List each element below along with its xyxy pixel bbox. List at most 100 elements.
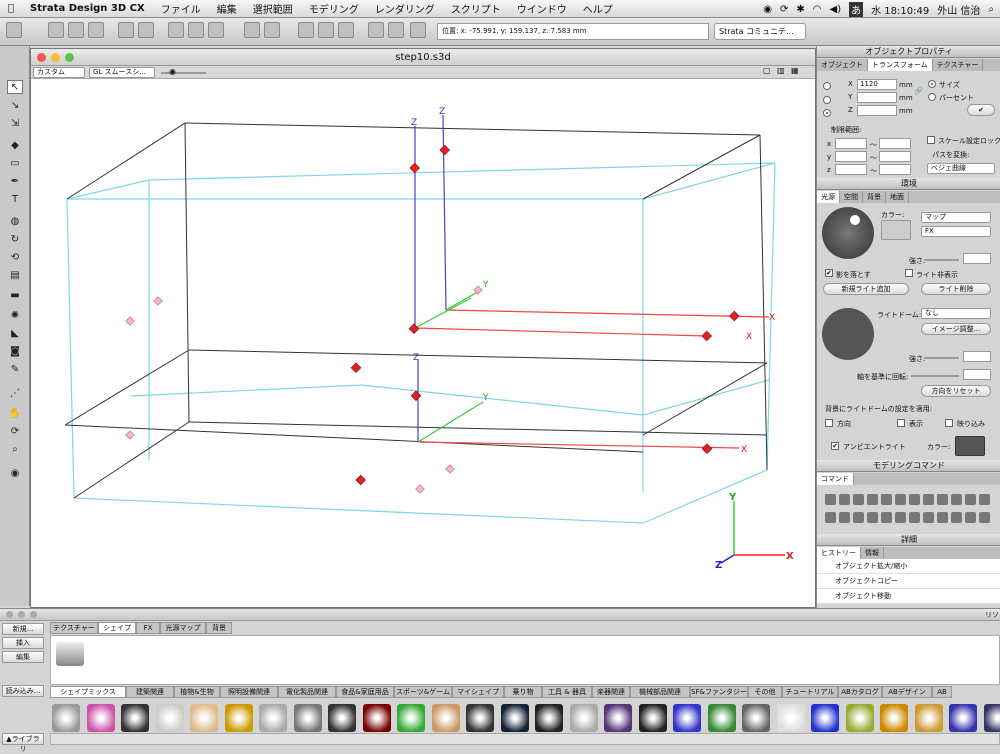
grid-icon[interactable]	[318, 22, 334, 38]
tab-texture[interactable]: テクスチャー	[933, 59, 984, 71]
menu-rendering[interactable]: レンダリング	[367, 1, 443, 16]
light-map-select[interactable]: マップ	[921, 212, 991, 223]
render-settings-icon[interactable]	[388, 22, 404, 38]
undo-icon[interactable]	[244, 22, 260, 38]
clock[interactable]: 水 18:10:49	[871, 2, 929, 17]
tab-background[interactable]: 背景	[863, 191, 886, 203]
modeling-command-icon[interactable]	[853, 494, 864, 505]
modeling-command-icon[interactable]	[965, 512, 976, 523]
zoom-window-icon[interactable]	[65, 53, 74, 62]
library-shape-icon[interactable]	[742, 704, 770, 732]
library-shape-icon[interactable]	[708, 704, 736, 732]
light-bulb-icon[interactable]: ✺	[7, 308, 23, 322]
new-light-button[interactable]: 新規ライト追加	[823, 283, 909, 295]
modeling-command-icon[interactable]	[853, 512, 864, 523]
minimize-library-icon[interactable]	[18, 611, 25, 618]
connect-tool-icon[interactable]: ⋰	[7, 386, 23, 400]
category-tab[interactable]: 照明設備関連	[220, 686, 278, 698]
library-shape-icon[interactable]	[984, 704, 1000, 732]
path-select-icon[interactable]: ⇲	[7, 116, 23, 130]
history-item[interactable]: オブジェクトコピー	[817, 574, 1000, 589]
apple-icon[interactable]: 	[0, 3, 22, 14]
hand-tool-icon[interactable]: ✋	[7, 406, 23, 420]
modeling-command-icon[interactable]	[937, 512, 948, 523]
selected-shape-thumbnail[interactable]	[56, 642, 84, 666]
library-shape-icon[interactable]	[397, 704, 425, 732]
select-arrow-icon[interactable]: ↖	[7, 80, 23, 94]
library-shape-icon[interactable]	[570, 704, 598, 732]
path-convert-select[interactable]: ベジェ曲線	[927, 163, 995, 174]
close-window-icon[interactable]	[37, 53, 46, 62]
category-tab[interactable]: シェイプミックス	[50, 686, 126, 698]
volume-icon[interactable]: ◀)	[830, 4, 842, 15]
tab-object[interactable]: オブジェクト	[817, 59, 868, 71]
rotate-slider[interactable]	[911, 375, 959, 377]
new-button[interactable]: 新規...	[2, 623, 44, 635]
modeling-command-icon[interactable]	[951, 494, 962, 505]
save-icon[interactable]	[88, 22, 104, 38]
category-tab[interactable]: ABデザイン	[882, 686, 932, 698]
light-handle-icon[interactable]	[850, 215, 860, 225]
delete-light-button[interactable]: ライト削除	[921, 283, 991, 295]
percent-radio[interactable]	[928, 93, 936, 101]
category-tab[interactable]: SF&ファンタジー	[690, 686, 748, 698]
ruler-tool-icon[interactable]: ▬	[7, 288, 23, 302]
insert-button[interactable]: 挿入	[2, 637, 44, 649]
menu-file[interactable]: ファイル	[153, 1, 209, 16]
menu-modeling[interactable]: モデリング	[301, 1, 367, 16]
spotlight-icon[interactable]: ⌕	[988, 4, 994, 15]
modeling-command-icon[interactable]	[895, 494, 906, 505]
modeling-command-icon[interactable]	[881, 494, 892, 505]
scene-canvas[interactable]: Z Z Y X X Z Y X Y X Z	[31, 80, 815, 600]
zoom-library-icon[interactable]	[30, 611, 37, 618]
lathe-tool-icon[interactable]: ◍	[7, 214, 23, 228]
library-shape-icon[interactable]	[466, 704, 494, 732]
apply-dir-checkbox[interactable]	[825, 419, 833, 427]
tab-shapes[interactable]: シェイプ	[98, 622, 136, 634]
tab-backgrounds[interactable]: 背景	[206, 622, 232, 634]
view-mode-select[interactable]: カスタム	[33, 67, 85, 78]
modeling-command-icon[interactable]	[825, 512, 836, 523]
reset-direction-button[interactable]: 方向をリセット	[921, 385, 991, 397]
apply-show-checkbox[interactable]	[897, 419, 905, 427]
library-shape-icon[interactable]	[432, 704, 460, 732]
limit-z-min[interactable]	[835, 164, 867, 175]
library-scrollbar[interactable]	[50, 733, 1000, 745]
wifi-icon[interactable]: ◠	[813, 4, 822, 15]
library-shape-icon[interactable]	[121, 704, 149, 732]
menu-selection[interactable]: 選択範囲	[245, 1, 301, 16]
tab-commands[interactable]: コマンド	[817, 473, 854, 485]
eyedropper-icon[interactable]: ✎	[7, 362, 23, 376]
scale-radio[interactable]	[823, 109, 831, 117]
rotate-input[interactable]	[963, 369, 991, 380]
input-mode[interactable]: あ	[849, 2, 863, 17]
sweep-tool-icon[interactable]: ⟲	[7, 250, 23, 264]
library-shape-icon[interactable]	[225, 704, 253, 732]
modeling-command-icon[interactable]	[895, 512, 906, 523]
render-mode-select[interactable]: GL スムースシ...	[89, 67, 155, 78]
size-x-input[interactable]: 1120	[857, 79, 897, 90]
library-shape-icon[interactable]	[604, 704, 632, 732]
library-shape-icon[interactable]	[501, 704, 529, 732]
light-fx-select[interactable]: FX	[921, 226, 991, 237]
app-logo-icon[interactable]	[6, 22, 22, 38]
link-icon[interactable]: 🔗	[914, 87, 923, 95]
strength-slider[interactable]	[925, 259, 959, 261]
tab-textures[interactable]: テクスチャー	[50, 622, 98, 634]
library-shape-icon[interactable]	[811, 704, 839, 732]
modeling-command-icon[interactable]	[937, 494, 948, 505]
library-shape-icon[interactable]	[535, 704, 563, 732]
ambient-color-swatch[interactable]	[955, 436, 985, 456]
pink-handles[interactable]	[126, 286, 482, 493]
menu-script[interactable]: スクリプト	[443, 1, 509, 16]
limit-y-max[interactable]	[879, 151, 911, 162]
close-library-icon[interactable]	[6, 611, 13, 618]
community-select[interactable]: Strata コミュニテ...	[714, 23, 806, 40]
tab-space[interactable]: 空間	[840, 191, 863, 203]
category-tab[interactable]: 工具 & 器具	[542, 686, 592, 698]
new-file-icon[interactable]	[48, 22, 64, 38]
modeling-command-icon[interactable]	[979, 512, 990, 523]
camera-icon[interactable]: ◙	[7, 344, 23, 358]
category-tab[interactable]: 楽器関連	[592, 686, 630, 698]
paste-icon[interactable]	[208, 22, 224, 38]
